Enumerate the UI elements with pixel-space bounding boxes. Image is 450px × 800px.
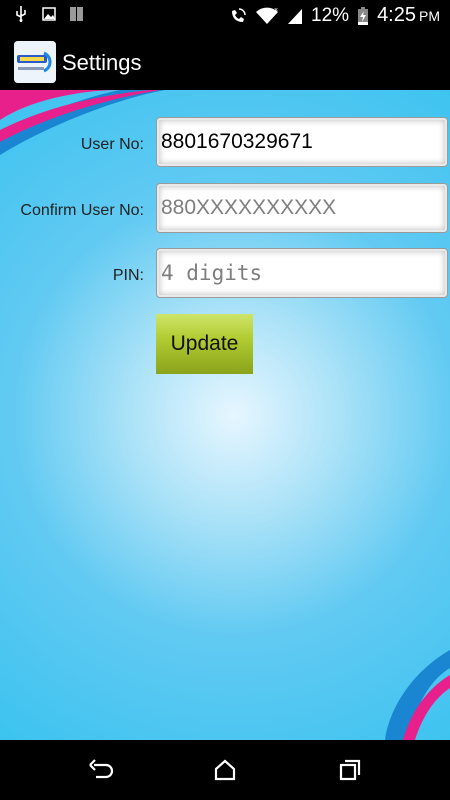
home-icon[interactable] [211,756,239,784]
user-no-label: User No: [80,136,144,153]
svg-text:×: × [274,7,278,14]
pin-label: PIN: [112,267,144,284]
decorative-swoosh-bottom [385,650,450,740]
confirm-user-no-field[interactable] [156,183,448,233]
status-notifications [14,6,84,22]
status-indicators: × 12% 4:25 PM [229,4,440,27]
user-no-field[interactable] [156,117,448,167]
image-icon [42,7,56,21]
confirm-user-no-input[interactable] [157,184,447,232]
clock: 4:25 PM [377,4,440,27]
user-no-input[interactable] [157,118,447,166]
update-button[interactable]: Update [156,314,253,374]
navigation-bar [0,740,450,800]
status-bar: × 12% 4:25 PM [0,0,450,33]
app-logo-icon[interactable] [14,41,56,83]
call-forward-icon [232,7,246,22]
recent-apps-icon[interactable] [336,756,364,784]
page-title: Settings [62,50,142,75]
confirm-user-no-label: Confirm User No: [20,202,144,219]
pin-input[interactable] [157,249,447,297]
settings-content: User No: Confirm User No: PIN: Update [0,90,450,740]
back-icon[interactable] [86,756,114,784]
action-bar: Settings [0,33,450,90]
battery-percent: 12% [311,4,350,26]
barcode-icon [70,7,83,21]
signal-icon [288,8,303,24]
wifi-icon: × [256,7,278,24]
clock-ampm: PM [419,8,440,24]
pin-field[interactable] [156,248,448,298]
usb-icon [16,6,26,22]
battery-charging-icon [358,6,369,25]
clock-time: 4:25 [377,4,416,26]
